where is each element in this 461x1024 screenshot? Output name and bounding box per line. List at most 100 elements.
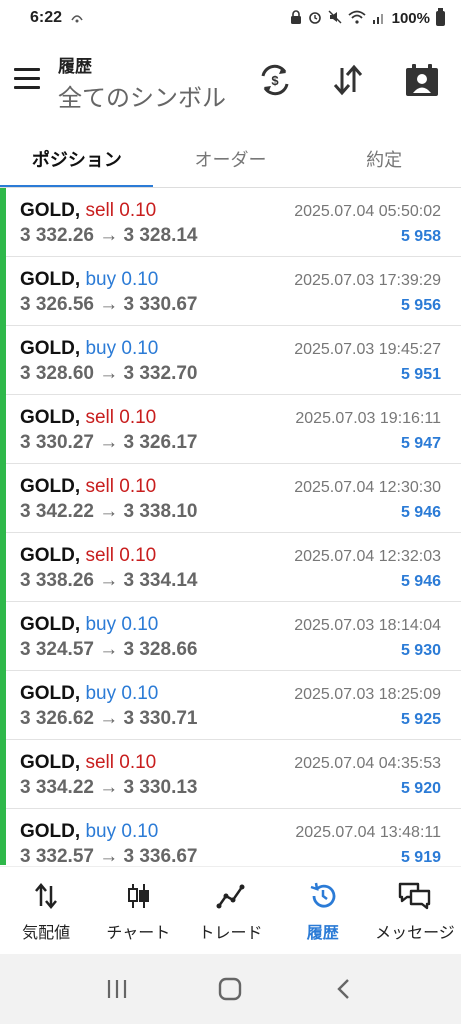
- trade-volume: 0.10: [121, 683, 159, 704]
- trade-prices: 3 326.62 → 3 330.71: [20, 708, 198, 729]
- recent-apps-icon[interactable]: [97, 969, 137, 1009]
- tab-orders[interactable]: オーダー: [154, 130, 308, 188]
- trade-prices: 3 334.22 → 3 330.13: [20, 777, 198, 798]
- trade-date: 2025.07.04 13:48:11: [295, 824, 441, 841]
- trade-ticket: 5 958: [400, 228, 441, 245]
- trade-ticket: 5 951: [400, 366, 441, 383]
- trade-side: buy: [85, 683, 117, 704]
- nav-trade[interactable]: トレード: [184, 867, 276, 954]
- candlestick-icon: [121, 879, 155, 913]
- trade-ticket: 5 930: [400, 642, 441, 659]
- nav-label: チャート: [106, 924, 171, 942]
- trade-side: buy: [85, 338, 117, 359]
- quotes-arrows-icon: [29, 879, 63, 913]
- trade-ticket: 5 946: [400, 504, 441, 521]
- nav-label: 気配値: [22, 924, 71, 942]
- trade-date: 2025.07.03 19:16:11: [295, 410, 441, 427]
- tab-positions[interactable]: ポジション: [0, 130, 154, 188]
- trade-prices: 3 328.60 → 3 332.70: [20, 363, 198, 384]
- trade-row[interactable]: GOLD, buy 0.10 3 324.57 → 3 328.66 2025.…: [6, 602, 461, 671]
- trade-ticket: 5 925: [400, 711, 441, 728]
- lock-icon: [290, 9, 302, 27]
- trade-side: sell: [85, 476, 114, 497]
- trade-side: sell: [85, 752, 114, 773]
- trade-symbol: GOLD,: [20, 821, 81, 842]
- nav-label: 履歴: [306, 924, 339, 942]
- trade-volume: 0.10: [119, 200, 157, 221]
- trade-side: buy: [85, 269, 117, 290]
- trade-date: 2025.07.03 18:25:09: [294, 686, 441, 703]
- trade-prices: 3 342.22 → 3 338.10: [20, 501, 198, 522]
- wifi-icon: [348, 10, 366, 27]
- sort-icon[interactable]: [328, 60, 368, 100]
- signal-icon: [372, 10, 386, 27]
- trade-date: 2025.07.04 04:35:53: [294, 755, 441, 772]
- trade-row[interactable]: GOLD, buy 0.10 3 326.62 → 3 330.71 2025.…: [6, 671, 461, 740]
- tab-label: ポジション: [31, 150, 122, 170]
- trade-row[interactable]: GOLD, buy 0.10 3 332.57 → 3 336.67 2025.…: [6, 809, 461, 865]
- trade-prices: 3 332.57 → 3 336.67: [20, 846, 198, 865]
- nav-history[interactable]: 履歴: [277, 867, 369, 954]
- nav-quotes[interactable]: 気配値: [0, 867, 92, 954]
- currency-exchange-icon[interactable]: $: [255, 60, 295, 100]
- trade-date: 2025.07.04 12:30:30: [294, 479, 441, 496]
- trade-side: buy: [85, 614, 117, 635]
- report-calendar-icon[interactable]: [402, 60, 442, 100]
- tab-label: オーダー: [194, 150, 267, 170]
- trade-prices: 3 326.56 → 3 330.67: [20, 294, 198, 315]
- trade-symbol: GOLD,: [20, 269, 81, 290]
- trade-side: buy: [85, 821, 117, 842]
- trade-symbol: GOLD,: [20, 683, 81, 704]
- history-clock-icon: [306, 879, 340, 913]
- trade-symbol: GOLD,: [20, 752, 81, 773]
- trade-date: 2025.07.03 17:39:29: [294, 272, 441, 289]
- trade-symbol: GOLD,: [20, 407, 81, 428]
- messages-icon: [398, 879, 432, 913]
- trade-date: 2025.07.03 19:45:27: [294, 341, 441, 358]
- nav-label: トレード: [198, 924, 263, 942]
- trade-line-icon: [214, 879, 248, 913]
- trade-volume: 0.10: [121, 614, 159, 635]
- trade-row[interactable]: GOLD, sell 0.10 3 330.27 → 3 326.17 2025…: [6, 395, 461, 464]
- nav-label: メッセージ: [375, 924, 455, 942]
- trade-volume: 0.10: [121, 821, 159, 842]
- trade-volume: 0.10: [119, 545, 157, 566]
- trade-prices: 3 330.27 → 3 326.17: [20, 432, 198, 453]
- trade-side: sell: [85, 200, 114, 221]
- trade-date: 2025.07.03 18:14:04: [294, 617, 441, 634]
- trade-list[interactable]: GOLD, sell 0.10 3 332.26 → 3 328.14 2025…: [0, 188, 461, 865]
- trade-date: 2025.07.04 12:32:03: [294, 548, 441, 565]
- trade-row[interactable]: GOLD, sell 0.10 3 332.26 → 3 328.14 2025…: [6, 188, 461, 257]
- nav-chart[interactable]: チャート: [92, 867, 184, 954]
- wifi-calling-icon: [70, 10, 84, 27]
- status-time: 6:22: [30, 9, 63, 26]
- trade-row[interactable]: GOLD, sell 0.10 3 334.22 → 3 330.13 2025…: [6, 740, 461, 809]
- trade-date: 2025.07.04 05:50:02: [294, 203, 441, 220]
- trade-symbol: GOLD,: [20, 545, 81, 566]
- menu-icon[interactable]: [14, 68, 42, 90]
- symbol-filter[interactable]: 全てのシンボル: [58, 78, 226, 113]
- trade-row[interactable]: GOLD, buy 0.10 3 328.60 → 3 332.70 2025.…: [6, 326, 461, 395]
- trade-volume: 0.10: [121, 338, 159, 359]
- battery-percent: 100%: [391, 9, 430, 27]
- trade-symbol: GOLD,: [20, 338, 81, 359]
- home-icon[interactable]: [210, 969, 250, 1009]
- bottom-navigation: 気配値 チャート トレード 履歴 メッセージ: [0, 866, 461, 954]
- trade-volume: 0.10: [119, 476, 157, 497]
- trade-volume: 0.10: [121, 269, 159, 290]
- trade-row[interactable]: GOLD, sell 0.10 3 338.26 → 3 334.14 2025…: [6, 533, 461, 602]
- system-navigation: [0, 954, 461, 1024]
- tab-deals[interactable]: 約定: [307, 130, 461, 188]
- trade-row[interactable]: GOLD, buy 0.10 3 326.56 → 3 330.67 2025.…: [6, 257, 461, 326]
- trade-row[interactable]: GOLD, sell 0.10 3 342.22 → 3 338.10 2025…: [6, 464, 461, 533]
- trade-ticket: 5 956: [400, 297, 441, 314]
- alarm-icon: [308, 10, 322, 27]
- page-title: 履歴: [58, 57, 92, 76]
- battery-icon: [436, 7, 445, 26]
- tab-bar: ポジション オーダー 約定: [0, 130, 461, 188]
- back-icon[interactable]: [324, 969, 364, 1009]
- trade-side: sell: [85, 407, 114, 428]
- trade-prices: 3 332.26 → 3 328.14: [20, 225, 198, 246]
- nav-messages[interactable]: メッセージ: [369, 867, 461, 954]
- trade-ticket: 5 920: [400, 780, 441, 797]
